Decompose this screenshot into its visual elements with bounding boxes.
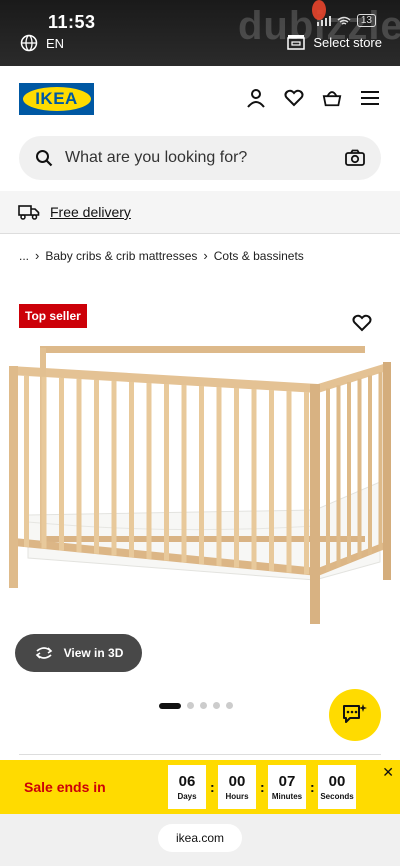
crib-slat — [251, 389, 257, 570]
crib-slat — [368, 375, 372, 555]
crib-slat — [164, 383, 169, 561]
countdown-value: 07 — [278, 773, 296, 790]
chat-sparkle-icon — [343, 704, 367, 723]
language-label: EN — [46, 35, 65, 51]
header-actions — [246, 88, 380, 108]
carousel-dot[interactable] — [200, 702, 207, 709]
countdown-timer: 06 Days : 00 Hours : 07 Minutes : 00 Sec… — [168, 765, 356, 809]
colon-separator: : — [260, 779, 265, 795]
wifi-icon — [337, 16, 351, 25]
menu-icon[interactable] — [360, 88, 380, 108]
crib-slat — [336, 385, 341, 567]
chevron-right-icon: › — [35, 248, 40, 263]
chevron-right-icon: › — [203, 248, 208, 263]
countdown-value: 00 — [228, 773, 246, 790]
sale-countdown-banner: Sale ends in 06 Days : 00 Hours : 07 Min… — [0, 760, 400, 814]
rotate-3d-icon — [35, 647, 52, 659]
breadcrumb-item[interactable]: Cots & bassinets — [214, 249, 304, 263]
crib-slat — [357, 378, 362, 559]
camera-icon[interactable] — [345, 149, 365, 167]
status-bar: 11:53 dubizzle 13 EN Select store — [0, 0, 400, 66]
search-input[interactable]: What are you looking for? — [19, 136, 381, 180]
crib-slat — [304, 392, 309, 575]
countdown-unit: Hours — [225, 792, 249, 801]
breadcrumb-ellipsis[interactable]: ... — [19, 249, 29, 263]
basket-icon[interactable] — [322, 88, 342, 108]
favorite-heart-icon[interactable] — [352, 313, 372, 333]
countdown-unit: Minutes — [271, 792, 303, 801]
crib-slat — [76, 378, 82, 553]
carousel-dot[interactable] — [213, 702, 220, 709]
chat-button[interactable] — [329, 689, 381, 741]
free-delivery-banner[interactable]: Free delivery — [0, 191, 400, 233]
crib-slat — [94, 379, 99, 554]
search-placeholder: What are you looking for? — [65, 149, 248, 166]
countdown-minutes: 07 Minutes — [268, 765, 306, 809]
store-icon — [287, 35, 306, 50]
countdown-hours: 00 Hours — [218, 765, 256, 809]
globe-icon — [20, 34, 38, 52]
countdown-unit: Days — [177, 792, 197, 801]
breadcrumb: ... › Baby cribs & crib mattresses › Cot… — [19, 248, 304, 263]
profile-icon[interactable] — [246, 88, 266, 108]
crib-slat — [111, 380, 117, 556]
language-selector[interactable]: EN — [20, 34, 64, 52]
ikea-logo[interactable]: IKEA — [19, 83, 94, 115]
crib-slat — [199, 385, 204, 565]
countdown-value: 00 — [328, 773, 346, 790]
select-store-label: Select store — [313, 34, 382, 50]
crib-slat — [347, 382, 351, 563]
battery-level: 13 — [356, 14, 376, 27]
carousel-dot[interactable] — [226, 702, 233, 709]
crib-slat — [59, 377, 64, 551]
logo-text: IKEA — [22, 87, 91, 111]
signal-icon — [316, 15, 331, 26]
colon-separator: : — [310, 779, 315, 795]
crib-slat — [216, 386, 222, 566]
url-bar[interactable]: ikea.com — [158, 824, 242, 852]
truck-icon — [18, 205, 40, 220]
colon-separator: : — [210, 779, 215, 795]
divider — [0, 233, 400, 234]
carousel-dot[interactable] — [187, 702, 194, 709]
crib-slat — [378, 372, 383, 551]
view-in-3d-button[interactable]: View in 3D — [15, 634, 142, 672]
select-store-button[interactable]: Select store — [287, 34, 382, 50]
crib-slat — [326, 388, 330, 571]
close-icon[interactable]: ✕ — [382, 764, 394, 781]
section-divider — [19, 754, 381, 755]
crib-slat — [146, 382, 152, 559]
status-indicators: 13 — [316, 14, 376, 27]
countdown-days: 06 Days — [168, 765, 206, 809]
countdown-seconds: 00 Seconds — [318, 765, 356, 809]
site-header: IKEA — [0, 66, 400, 130]
crib-slat — [286, 391, 292, 573]
carousel-dot[interactable] — [159, 702, 181, 709]
crib-slat — [181, 384, 187, 563]
view-in-3d-label: View in 3D — [63, 646, 124, 660]
crib-slat — [24, 375, 29, 547]
crib-slat — [41, 376, 47, 549]
carousel-indicator — [159, 702, 233, 709]
status-time: 11:53 — [48, 12, 96, 32]
breadcrumb-item[interactable]: Baby cribs & crib mattresses — [45, 249, 197, 263]
sale-label: Sale ends in — [24, 779, 106, 795]
browser-bottom-bar: ikea.com — [0, 814, 400, 866]
heart-icon[interactable] — [284, 88, 304, 108]
search-icon — [36, 150, 53, 167]
countdown-value: 06 — [178, 773, 196, 790]
crib-slat — [234, 387, 239, 568]
crib-slat — [269, 390, 274, 571]
top-seller-badge: Top seller — [19, 304, 87, 328]
countdown-unit: Seconds — [320, 792, 354, 801]
product-image-crib[interactable] — [0, 340, 400, 630]
crib-slat — [129, 381, 134, 558]
free-delivery-link[interactable]: Free delivery — [50, 204, 131, 220]
